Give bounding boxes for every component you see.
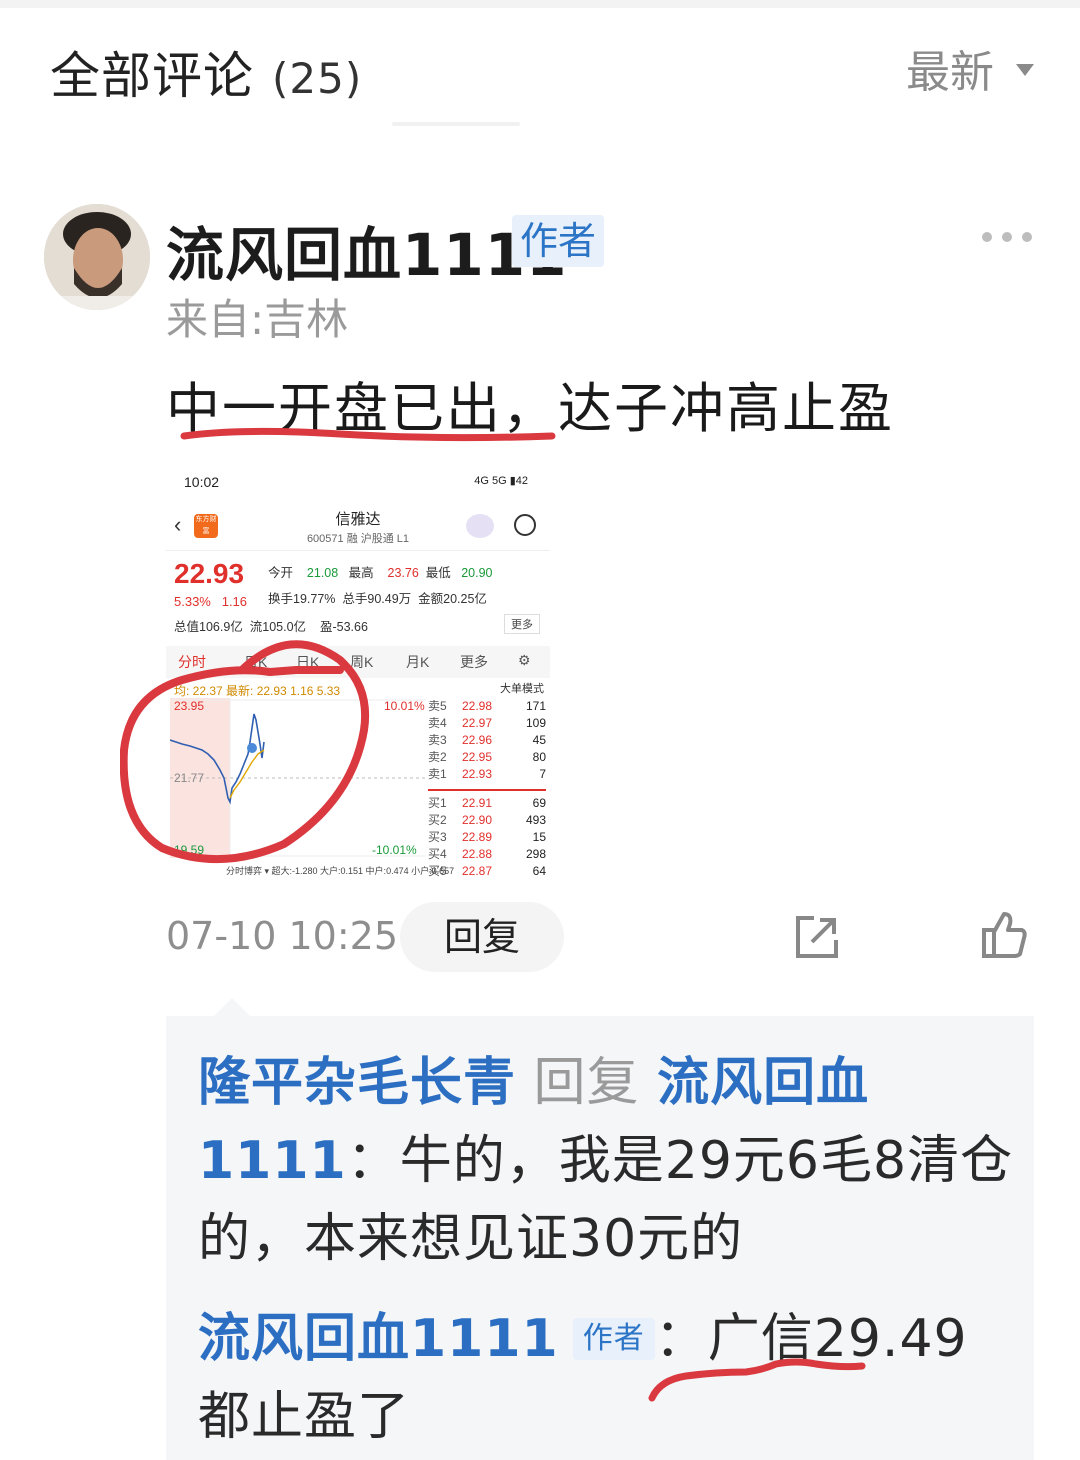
reply-author[interactable]: 隆平杂毛长青 [198, 1053, 516, 1113]
reply-action: 回复 [533, 1053, 640, 1113]
order-book-row: 买1 22.91 69 [428, 796, 546, 810]
settings-icon: ⚙ [518, 652, 531, 668]
red-circle-mark [120, 640, 370, 863]
red-underline-mark [648, 1358, 866, 1402]
ss-more-button: 更多 [504, 614, 540, 634]
ss-divider [166, 550, 550, 551]
author-badge: 作者 [512, 215, 605, 267]
ss-tab: 更多 [460, 654, 488, 670]
order-book-row: 卖5 22.98 171 [428, 699, 546, 713]
share-icon[interactable] [794, 914, 840, 960]
order-book: 卖5 22.98 171 卖4 22.97 109 卖3 22.96 45 卖2 22.95 8… [428, 698, 546, 880]
reply-button[interactable]: 回复 [400, 902, 564, 972]
sort-dropdown[interactable]: 最新 [906, 36, 1034, 100]
order-book-row: 卖4 22.97 109 [428, 716, 546, 730]
ss-stock-code: 600571 融 沪股通 L1 [306, 533, 410, 545]
order-book-row: 买2 22.90 493 [428, 813, 546, 827]
ss-row1: 今开 21.08 最高 23.76 最低 20.90 [268, 566, 493, 580]
ss-tab: 月K [406, 654, 430, 670]
caret-down-icon [1016, 64, 1034, 76]
reply-separator: ： [346, 1131, 400, 1191]
order-book-row: 卖3 22.96 45 [428, 733, 546, 747]
comments-count: (25) [272, 54, 363, 103]
comments-header: 全部评论 (25) 最新 [0, 0, 1080, 120]
order-book-row: 买3 22.89 15 [428, 830, 546, 844]
replies-box: 隆平杂毛长青 回复 流风回血1111：牛的，我是29元6毛8清仓的，本来想见证3… [166, 1016, 1034, 1460]
reply-box-arrow [214, 998, 250, 1016]
comment-time: 07-10 10:25 [166, 914, 399, 958]
comment-location: 来自:吉林 [166, 295, 349, 344]
red-underline-mark [180, 427, 556, 442]
comments-title-text: 全部评论 [50, 47, 254, 105]
ss-status-time: 10:02 [184, 474, 220, 490]
like-icon[interactable] [980, 910, 1028, 960]
search-icon [514, 514, 536, 536]
comment-username[interactable]: 流风回血1111 [166, 208, 567, 292]
order-book-divider [428, 783, 546, 791]
avatar[interactable] [44, 204, 150, 310]
reply-author[interactable]: 流风回血1111 [198, 1309, 559, 1369]
robot-icon [466, 514, 494, 538]
ss-status-icons: 4G 5G ▮42 [474, 475, 528, 487]
ss-price: 22.93 [174, 558, 245, 589]
author-badge: 作者 [572, 1318, 655, 1360]
divider [392, 122, 520, 126]
sort-label: 最新 [906, 47, 994, 98]
more-icon[interactable] [982, 232, 1032, 242]
reply-item: 隆平杂毛长青 回复 流风回血1111：牛的，我是29元6毛8清仓的，本来想见证3… [198, 1044, 1018, 1278]
order-book-row: 卖1 22.93 7 [428, 767, 546, 781]
comments-title: 全部评论 (25) [50, 36, 362, 108]
reply-item: 流风回血1111 作者 ：广信29.49都止盈了 [198, 1300, 1018, 1456]
ss-mode-label: 大单模式 [500, 683, 544, 695]
order-book-row: 买4 22.88 298 [428, 847, 546, 861]
order-book-row: 卖2 22.95 80 [428, 750, 546, 764]
